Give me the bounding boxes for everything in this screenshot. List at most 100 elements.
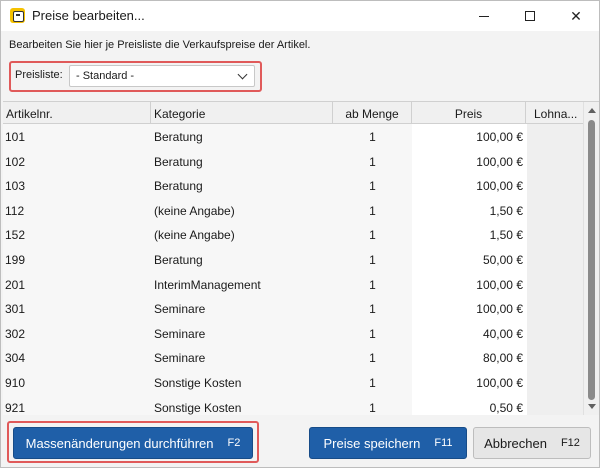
cell-artikelnr: 112 bbox=[5, 197, 151, 223]
cell-ab-menge: 1 bbox=[333, 148, 412, 174]
table-row[interactable]: 103 Beratung 1 100,00 € bbox=[3, 173, 583, 198]
cell-preis[interactable]: 100,00 € bbox=[412, 148, 526, 174]
vertical-scrollbar[interactable] bbox=[583, 102, 599, 415]
table-row[interactable]: 910 Sonstige Kosten 1 100,00 € bbox=[3, 369, 583, 395]
column-header-kategorie[interactable]: Kategorie bbox=[151, 102, 333, 124]
table-row[interactable]: 304 Seminare 1 80,00 € bbox=[3, 345, 583, 370]
table-row[interactable]: 302 Seminare 1 40,00 € bbox=[3, 320, 583, 346]
cell-ab-menge: 1 bbox=[333, 246, 412, 272]
cell-lohnanteil[interactable] bbox=[527, 124, 583, 149]
title-bar: Preise bearbeiten... ✕ bbox=[1, 1, 599, 31]
cell-artikelnr: 302 bbox=[5, 320, 151, 346]
cell-preis[interactable]: 100,00 € bbox=[412, 173, 526, 198]
cell-preis[interactable]: 0,50 € bbox=[412, 394, 526, 415]
minimize-button[interactable] bbox=[461, 1, 507, 31]
preisliste-selected-value: - Standard - bbox=[76, 70, 135, 82]
cell-ab-menge: 1 bbox=[333, 345, 412, 370]
cell-lohnanteil[interactable] bbox=[527, 320, 583, 346]
cell-lohnanteil[interactable] bbox=[527, 148, 583, 174]
cell-artikelnr: 102 bbox=[5, 148, 151, 174]
mass-change-label: Massenänderungen durchführen bbox=[25, 435, 214, 451]
close-icon: ✕ bbox=[570, 7, 582, 24]
cell-kategorie: Sonstige Kosten bbox=[154, 369, 333, 395]
cell-preis[interactable]: 80,00 € bbox=[412, 345, 526, 370]
table-row[interactable]: 102 Beratung 1 100,00 € bbox=[3, 148, 583, 174]
maximize-button[interactable] bbox=[507, 1, 553, 31]
cell-kategorie: (keine Angabe) bbox=[154, 222, 333, 247]
scroll-up-icon[interactable] bbox=[588, 108, 596, 113]
cell-artikelnr: 921 bbox=[5, 394, 151, 415]
cell-lohnanteil[interactable] bbox=[527, 246, 583, 272]
cell-kategorie: InterimManagement bbox=[154, 271, 333, 297]
close-button[interactable]: ✕ bbox=[553, 1, 599, 31]
cell-lohnanteil[interactable] bbox=[527, 222, 583, 247]
mass-change-shortcut: F2 bbox=[227, 437, 241, 449]
cell-kategorie: Beratung bbox=[154, 173, 333, 198]
table-row[interactable]: 152 (keine Angabe) 1 1,50 € bbox=[3, 222, 583, 247]
save-prices-shortcut: F11 bbox=[434, 437, 453, 449]
cell-lohnanteil[interactable] bbox=[527, 197, 583, 223]
cell-artikelnr: 910 bbox=[5, 369, 151, 395]
cell-preis[interactable]: 1,50 € bbox=[412, 222, 526, 247]
scroll-down-icon[interactable] bbox=[588, 404, 596, 409]
cancel-button[interactable]: Abbrechen F12 bbox=[473, 427, 591, 459]
cell-kategorie: Seminare bbox=[154, 320, 333, 346]
cell-kategorie: Sonstige Kosten bbox=[154, 394, 333, 415]
cell-preis[interactable]: 50,00 € bbox=[412, 246, 526, 272]
chevron-down-icon bbox=[237, 69, 248, 80]
maximize-icon bbox=[525, 11, 535, 21]
cell-lohnanteil[interactable] bbox=[527, 271, 583, 297]
cell-lohnanteil[interactable] bbox=[527, 369, 583, 395]
cell-preis[interactable]: 100,00 € bbox=[412, 124, 526, 149]
table-body: 101 Beratung 1 100,00 € 102 Beratung 1 100,00 … bbox=[3, 124, 583, 415]
cell-ab-menge: 1 bbox=[333, 369, 412, 395]
cell-ab-menge: 1 bbox=[333, 296, 412, 321]
cell-artikelnr: 201 bbox=[5, 271, 151, 297]
cell-kategorie: Beratung bbox=[154, 246, 333, 272]
table-row[interactable]: 199 Beratung 1 50,00 € bbox=[3, 246, 583, 272]
cell-artikelnr: 301 bbox=[5, 296, 151, 321]
cell-artikelnr: 199 bbox=[5, 246, 151, 272]
table-row[interactable]: 921 Sonstige Kosten 1 0,50 € bbox=[3, 394, 583, 415]
cell-ab-menge: 1 bbox=[333, 124, 412, 149]
table-row[interactable]: 101 Beratung 1 100,00 € bbox=[3, 124, 583, 149]
column-header-artikelnr[interactable]: Artikelnr. bbox=[3, 102, 151, 124]
scroll-thumb[interactable] bbox=[588, 120, 595, 400]
column-header-preis[interactable]: Preis bbox=[412, 102, 526, 124]
cell-kategorie: Beratung bbox=[154, 124, 333, 149]
cell-preis[interactable]: 100,00 € bbox=[412, 271, 526, 297]
cell-ab-menge: 1 bbox=[333, 197, 412, 223]
save-prices-button[interactable]: Preise speichern F11 bbox=[309, 427, 467, 459]
table-row[interactable]: 112 (keine Angabe) 1 1,50 € bbox=[3, 197, 583, 223]
price-edit-dialog: Preise bearbeiten... ✕ Bearbeiten Sie hi… bbox=[0, 0, 600, 468]
cell-ab-menge: 1 bbox=[333, 271, 412, 297]
table-row[interactable]: 201 InterimManagement 1 100,00 € bbox=[3, 271, 583, 297]
table-row[interactable]: 301 Seminare 1 100,00 € bbox=[3, 296, 583, 321]
cell-preis[interactable]: 1,50 € bbox=[412, 197, 526, 223]
preisliste-dropdown[interactable]: - Standard - bbox=[69, 65, 255, 87]
cell-lohnanteil[interactable] bbox=[527, 296, 583, 321]
app-icon bbox=[10, 8, 25, 23]
cell-preis[interactable]: 40,00 € bbox=[412, 320, 526, 346]
cell-artikelnr: 101 bbox=[5, 124, 151, 149]
cancel-label: Abbrechen bbox=[484, 435, 547, 451]
cell-kategorie: Seminare bbox=[154, 296, 333, 321]
save-prices-label: Preise speichern bbox=[323, 435, 421, 451]
cell-ab-menge: 1 bbox=[333, 394, 412, 415]
cell-lohnanteil[interactable] bbox=[527, 394, 583, 415]
preisliste-label: Preisliste: bbox=[15, 69, 63, 81]
window-title: Preise bearbeiten... bbox=[32, 8, 145, 23]
cancel-shortcut: F12 bbox=[560, 437, 580, 449]
mass-change-button[interactable]: Massenänderungen durchführen F2 bbox=[13, 427, 253, 459]
cell-kategorie: Beratung bbox=[154, 148, 333, 174]
cell-preis[interactable]: 100,00 € bbox=[412, 369, 526, 395]
cell-lohnanteil[interactable] bbox=[527, 173, 583, 198]
cell-lohnanteil[interactable] bbox=[527, 345, 583, 370]
cell-ab-menge: 1 bbox=[333, 173, 412, 198]
column-header-lohnanteil[interactable]: Lohna... bbox=[526, 102, 583, 124]
cell-artikelnr: 304 bbox=[5, 345, 151, 370]
table-header: Artikelnr. Kategorie ab Menge Preis Lohn… bbox=[3, 102, 583, 124]
cell-kategorie: Seminare bbox=[154, 345, 333, 370]
column-header-ab-menge[interactable]: ab Menge bbox=[333, 102, 412, 124]
cell-preis[interactable]: 100,00 € bbox=[412, 296, 526, 321]
